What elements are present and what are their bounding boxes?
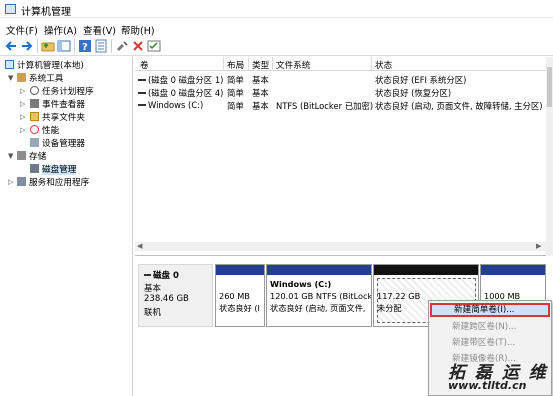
- computer-management-icon: [5, 60, 14, 69]
- check-icon[interactable]: [147, 39, 161, 53]
- scroll-left-icon[interactable]: ◀: [137, 242, 142, 250]
- column-type[interactable]: 类型: [252, 59, 269, 71]
- tree-item-computer-management[interactable]: 计算机管理(本地): [5, 59, 84, 71]
- column-divider[interactable]: [248, 57, 249, 71]
- help-icon[interactable]: ?: [78, 39, 92, 53]
- back-icon[interactable]: [4, 39, 18, 53]
- tree-item-device-manager[interactable]: 设备管理器: [30, 137, 85, 149]
- collapse-icon[interactable]: ▼: [8, 74, 13, 82]
- table-row[interactable]: (磁盘 0 磁盘分区 1) 简单 基本 状态良好 (EFI 系统分区): [135, 72, 546, 85]
- tools-icon: [17, 73, 26, 82]
- expand-icon[interactable]: ▷: [20, 87, 25, 95]
- disk-0-label[interactable]: 磁盘 0 基本 238.46 GB 联机: [138, 264, 213, 327]
- menu-bar: 文件(F) 操作(A) 查看(V) 帮助(H): [0, 20, 553, 37]
- disk-management-icon: [30, 164, 39, 173]
- disk-name: 磁盘 0: [144, 269, 179, 281]
- navigation-tree: 计算机管理(本地) ▼ 系统工具 ▷ 任务计划程序 ▷ 事件查看器 ▷ 共享文件…: [0, 57, 133, 396]
- disk-size: 238.46 GB: [144, 294, 189, 304]
- clock-icon: [30, 86, 39, 95]
- column-divider[interactable]: [371, 57, 372, 71]
- show-tree-icon[interactable]: [57, 39, 71, 53]
- volume-list: 卷 布局 类型 文件系统 状态 (磁盘 0 磁盘分区 1) 简单 基本 状态良好…: [135, 57, 553, 256]
- tree-item-storage[interactable]: 存储: [17, 150, 46, 162]
- partition-bar: [481, 265, 545, 275]
- table-row[interactable]: (磁盘 0 磁盘分区 4) 简单 基本 状态良好 (恢复分区): [135, 85, 546, 98]
- delete-icon[interactable]: [131, 39, 145, 53]
- tree-item-task-scheduler[interactable]: 任务计划程序: [30, 85, 94, 97]
- toolbar: ?: [0, 36, 553, 56]
- partition-bar: [267, 265, 371, 275]
- menu-view[interactable]: 查看(V): [83, 23, 116, 37]
- watermark: 拓 磊 运 维 www.tlltd.cn: [448, 358, 553, 396]
- partition-bar: [216, 265, 264, 275]
- window-title: 计算机管理: [21, 7, 71, 18]
- device-manager-icon: [30, 138, 39, 147]
- table-row[interactable]: Windows (C:) 简单 基本 NTFS (BitLocker 已加密) …: [135, 98, 546, 111]
- cell-volume: Windows (C:): [138, 100, 224, 110]
- column-divider[interactable]: [272, 57, 273, 71]
- menu-new-spanned-volume[interactable]: 新建跨区卷(N)...: [430, 320, 550, 334]
- forward-icon[interactable]: [20, 39, 34, 53]
- connect-icon[interactable]: [115, 39, 129, 53]
- performance-icon: [30, 125, 39, 134]
- column-volume[interactable]: 卷: [140, 59, 149, 71]
- column-layout[interactable]: 布局: [227, 59, 244, 71]
- cell-status: 状态良好 (启动, 页面文件, 故障转储, 主分区): [375, 101, 543, 111]
- tree-item-performance[interactable]: 性能: [30, 124, 59, 136]
- column-status[interactable]: 状态: [375, 59, 392, 71]
- expand-icon[interactable]: ▷: [20, 113, 25, 121]
- toolbar-separator: [111, 39, 112, 53]
- services-icon: [17, 177, 26, 186]
- menu-new-striped-volume[interactable]: 新建带区卷(T)...: [430, 336, 550, 350]
- column-divider[interactable]: [223, 57, 224, 71]
- cell-filesystem: NTFS (BitLocker 已加密): [276, 101, 374, 111]
- partition-efi[interactable]: 260 MB 状态良好 (I: [215, 264, 265, 327]
- scroll-right-icon[interactable]: ▶: [536, 242, 541, 250]
- folder-up-icon[interactable]: [41, 39, 55, 53]
- toolbar-separator: [37, 39, 38, 53]
- vertical-scrollbar[interactable]: [546, 57, 553, 256]
- cell-type: 基本: [252, 101, 269, 111]
- tree-item-event-viewer[interactable]: 事件查看器: [30, 98, 85, 110]
- tree-item-disk-management[interactable]: 磁盘管理: [30, 163, 77, 175]
- scrollbar-thumb[interactable]: [547, 67, 552, 107]
- volume-list-header: 卷 布局 类型 文件系统 状态: [135, 57, 546, 71]
- title-bar: 计算机管理: [0, 0, 553, 18]
- tree-item-system-tools[interactable]: 系统工具: [17, 72, 63, 84]
- disk-icon: [144, 274, 151, 276]
- volume-icon: [138, 104, 146, 106]
- properties-icon[interactable]: [94, 39, 108, 53]
- tree-item-shared-folders[interactable]: 共享文件夹: [30, 111, 85, 123]
- horizontal-scrollbar[interactable]: ◀ ▶: [135, 242, 546, 251]
- disk-kind: 基本: [144, 284, 162, 294]
- tree-item-services-apps[interactable]: 服务和应用程序: [17, 176, 89, 188]
- toolbar-separator: [74, 39, 75, 53]
- svg-text:?: ?: [82, 42, 88, 53]
- computer-management-icon: [5, 4, 16, 14]
- collapse-icon[interactable]: ▼: [8, 152, 13, 160]
- partition-windows-c[interactable]: Windows (C:) 120.01 GB NTFS (BitLocke 状态…: [266, 264, 372, 327]
- event-viewer-icon: [30, 99, 39, 108]
- cell-layout: 简单: [227, 101, 244, 111]
- expand-icon[interactable]: ▷: [20, 100, 25, 108]
- menu-action[interactable]: 操作(A): [44, 23, 77, 37]
- volume-icon: [138, 79, 146, 81]
- menu-help[interactable]: 帮助(H): [121, 23, 155, 37]
- expand-icon[interactable]: ▷: [20, 126, 25, 134]
- shared-folder-icon: [30, 112, 39, 121]
- volume-icon: [138, 92, 146, 94]
- expand-icon[interactable]: ▷: [8, 178, 13, 186]
- partition-bar: [374, 265, 478, 275]
- storage-icon: [17, 151, 26, 160]
- menu-new-simple-volume[interactable]: 新建简单卷(I)...: [430, 303, 550, 317]
- watermark-url: www.tlltd.cn: [448, 379, 527, 392]
- disk-state: 联机: [144, 308, 162, 318]
- column-filesystem[interactable]: 文件系统: [276, 59, 310, 71]
- menu-file[interactable]: 文件(F): [6, 23, 38, 37]
